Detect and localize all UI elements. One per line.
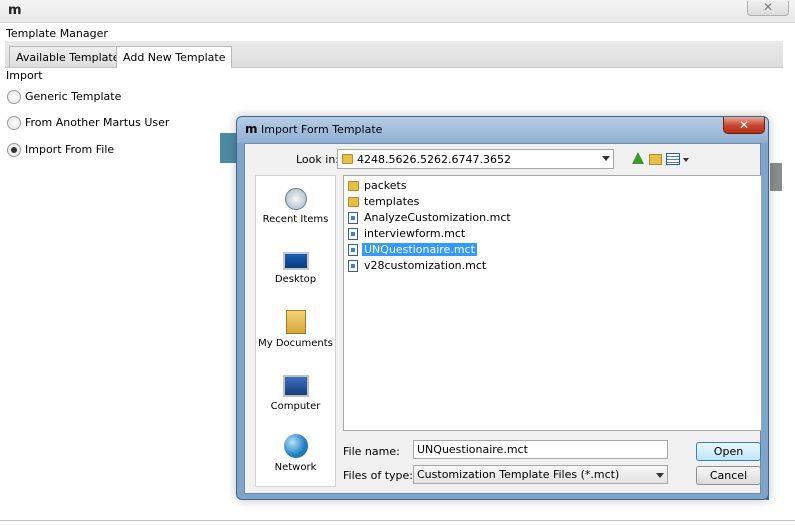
list-item[interactable]: packets (347, 178, 407, 194)
place-label: Network (274, 462, 317, 473)
place-computer[interactable]: Computer (256, 375, 335, 412)
file-icon (348, 260, 358, 272)
cancel-button[interactable]: Cancel (696, 466, 761, 485)
dialog-logo: m (245, 122, 258, 136)
place-recent-items[interactable]: Recent Items (256, 188, 335, 225)
recent-items-icon (284, 188, 307, 210)
open-button[interactable]: Open (696, 442, 761, 461)
dialog-title: Import Form Template (261, 123, 383, 136)
template-manager-title: Template Manager (6, 27, 108, 40)
file-name: templates (364, 195, 420, 208)
radio-button-selected[interactable] (7, 143, 21, 157)
place-label: Computer (270, 401, 321, 412)
list-item[interactable]: templates (347, 194, 419, 210)
tab-strip: Available Templates Add New Template (5, 41, 783, 68)
folder-icon (348, 181, 359, 191)
chevron-down-icon[interactable] (602, 156, 610, 161)
tab-available-templates[interactable]: Available Templates (9, 46, 133, 67)
list-item-selected[interactable]: UNQuestionaire.mct (347, 242, 477, 258)
place-my-documents[interactable]: My Documents (256, 310, 335, 349)
look-in-label: Look in: (296, 153, 339, 166)
file-name: interviewform.mct (364, 227, 466, 240)
place-label: Desktop (274, 274, 317, 285)
import-form-template-dialog: m Import Form Template ✕ Look in: 4248.5… (236, 116, 769, 500)
dialog-titlebar: m Import Form Template ✕ (237, 117, 768, 143)
radio-button[interactable] (7, 90, 21, 104)
file-name: AnalyzeCustomization.mct (364, 211, 511, 224)
file-name-label: File name: (343, 445, 400, 458)
dialog-content: Look in: 4248.5626.5262.6747.3652 Recent… (244, 143, 762, 494)
file-name: v28customization.mct (364, 259, 487, 272)
file-name: UNQuestionaire.mct (362, 243, 477, 256)
network-icon (283, 434, 308, 458)
file-icon (348, 228, 358, 240)
files-of-type-dropdown[interactable]: Customization Template Files (*.mct) (413, 465, 668, 484)
files-of-type-value: Customization Template Files (*.mct) (417, 468, 620, 481)
folder-icon (348, 197, 359, 207)
places-bar: Recent Items Desktop My Documents Comput… (255, 175, 336, 487)
chevron-down-icon[interactable] (656, 473, 664, 478)
file-name-field[interactable]: UNQuestionaire.mct (413, 440, 668, 459)
computer-icon (282, 375, 309, 397)
file-icon (348, 244, 358, 256)
list-item[interactable]: AnalyzeCustomization.mct (347, 210, 511, 226)
new-folder-icon[interactable] (649, 154, 662, 165)
place-label: My Documents (258, 338, 333, 349)
file-name: packets (364, 179, 407, 192)
dialog-close-button[interactable]: ✕ (723, 117, 765, 134)
app-logo: m (8, 3, 22, 18)
file-list[interactable]: packets templates AnalyzeCustomization.m… (343, 175, 762, 431)
view-menu-icon[interactable] (666, 153, 680, 165)
files-of-type-label: Files of type: (343, 469, 414, 482)
desktop-icon (282, 252, 309, 270)
list-item[interactable]: interviewform.mct (347, 226, 465, 242)
up-folder-icon[interactable] (632, 152, 644, 164)
look-in-dropdown[interactable]: 4248.5626.5262.6747.3652 (337, 149, 614, 169)
main-close-button[interactable]: ✕ (747, 1, 789, 16)
radio-button[interactable] (7, 116, 21, 130)
tab-add-new-template[interactable]: Add New Template (116, 46, 233, 68)
folder-icon (342, 154, 353, 164)
radio-label: From Another Martus User (25, 116, 170, 129)
chevron-down-icon[interactable] (683, 158, 689, 162)
radio-label: Generic Template (25, 90, 122, 103)
partially-hidden-control (770, 163, 782, 191)
import-section-label: Import (6, 69, 43, 82)
window-bottom-divider (0, 520, 795, 521)
main-window-titlebar: m ✕ (0, 0, 795, 23)
place-desktop[interactable]: Desktop (256, 252, 335, 285)
look-in-value: 4248.5626.5262.6747.3652 (357, 153, 511, 166)
my-documents-icon (285, 310, 306, 334)
list-item[interactable]: v28customization.mct (347, 258, 486, 274)
place-network[interactable]: Network (256, 434, 335, 473)
file-icon (348, 212, 358, 224)
radio-label: Import From File (25, 143, 115, 156)
place-label: Recent Items (262, 214, 329, 225)
